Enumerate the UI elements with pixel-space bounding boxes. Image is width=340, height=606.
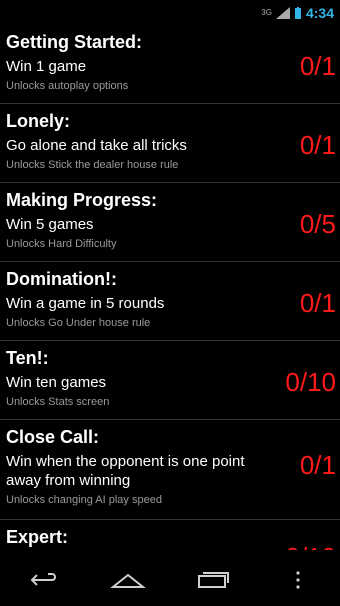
recent-apps-button[interactable] [191,560,235,600]
achievement-row: Making Progress: Win 5 games Unlocks Har… [0,183,340,262]
status-clock: 4:34 [305,4,334,21]
achievement-progress: 0/1 [299,51,336,81]
achievement-row: Expert: 0/10 [0,520,340,550]
achievements-list[interactable]: Getting Started: Win 1 game Unlocks auto… [0,25,340,550]
achievement-row: Close Call: Win when the opponent is one… [0,420,340,520]
achievement-description: Go alone and take all tricks [6,137,187,154]
back-arrow-icon [30,572,56,586]
achievement-unlock: Unlocks Hard Difficulty [6,238,117,250]
home-icon [109,573,146,588]
battery-icon [294,6,301,19]
achievement-description: Win 5 games [6,216,94,233]
achievement-title: Close Call: [6,427,100,447]
achievement-row: Domination!: Win a game in 5 rounds Unlo… [0,262,340,341]
achievement-unlock: Unlocks changing AI play speed [6,494,162,506]
achievement-unlock: Unlocks Stick the dealer house rule [6,159,179,171]
overflow-menu-button[interactable] [276,560,320,600]
signal-icon [275,6,290,19]
achievement-title: Getting Started: [6,32,143,52]
achievement-unlock: Unlocks Go Under house rule [6,317,151,329]
achievement-progress: 0/5 [299,209,336,239]
status-bar: 3G 4:34 [0,0,340,25]
achievement-row: Getting Started: Win 1 game Unlocks auto… [0,25,340,104]
home-button[interactable] [106,560,150,600]
achievement-progress: 0/10 [285,542,336,550]
achievement-unlock: Unlocks Stats screen [6,396,110,408]
achievement-progress: 0/1 [299,130,336,160]
achievement-title: Domination!: [6,269,117,289]
overflow-menu-icon [295,570,300,589]
back-button[interactable] [21,560,65,600]
achievement-title: Lonely: [6,111,71,131]
achievement-description: Win when the opponent is one point away … [6,453,245,489]
achievement-description: Win 1 game [6,58,87,75]
achievement-title: Making Progress: [6,190,158,210]
recent-apps-icon [197,571,229,588]
achievement-progress: 0/1 [299,450,336,480]
navigation-bar [0,553,340,606]
network-label: 3G [261,8,272,17]
achievement-progress: 0/10 [285,367,336,397]
status-icons: 3G [261,6,302,19]
achievement-unlock: Unlocks autoplay options [6,80,129,92]
achievement-row: Lonely: Go alone and take all tricks Unl… [0,104,340,183]
achievement-title: Ten!: [6,348,49,368]
achievement-row: Ten!: Win ten games Unlocks Stats screen… [0,341,340,420]
achievement-description: Win a game in 5 rounds [6,295,165,312]
achievement-progress: 0/1 [299,288,336,318]
